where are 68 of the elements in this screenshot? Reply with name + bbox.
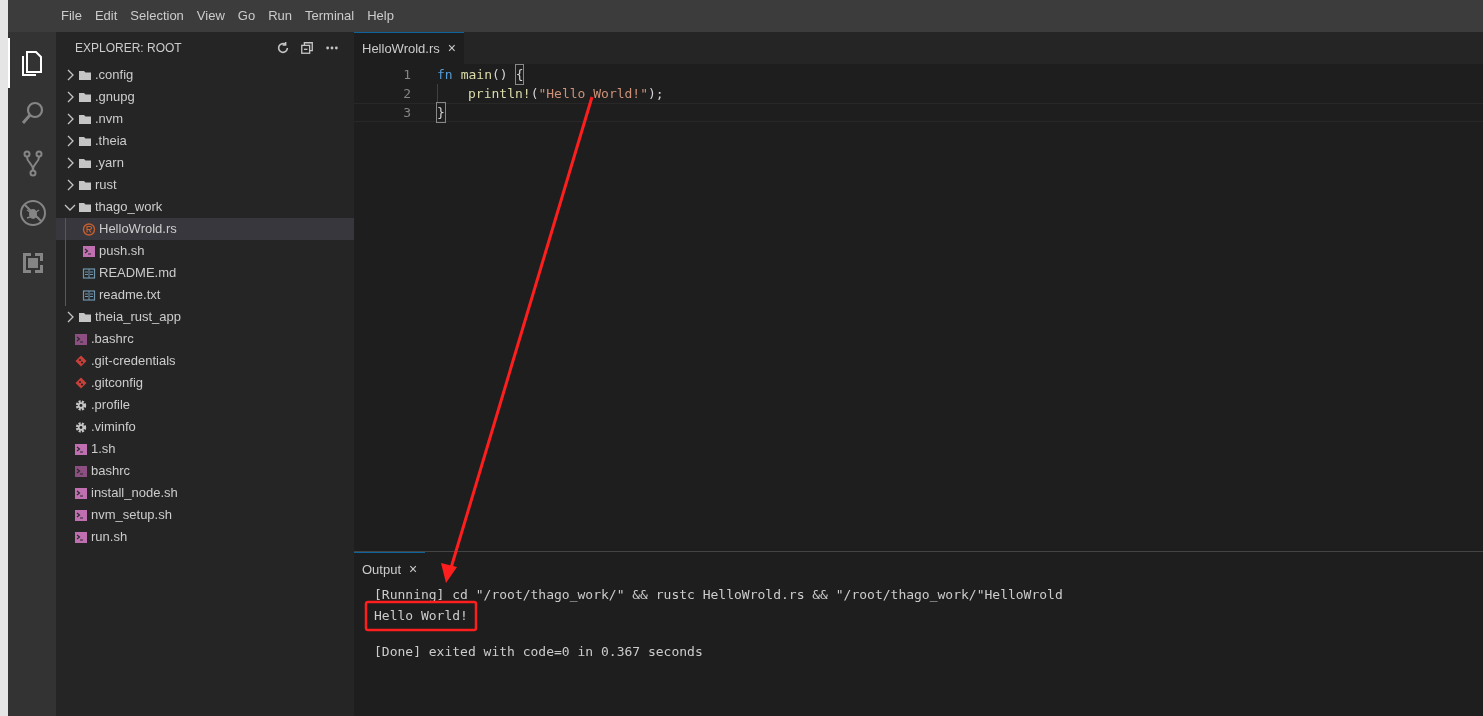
output-line: Hello World! (374, 607, 468, 624)
folder-icon (78, 68, 92, 82)
document-file-icon (82, 288, 96, 302)
close-button[interactable]: × (447, 38, 456, 59)
tree-item[interactable]: .gitconfig (56, 372, 354, 394)
tree-item[interactable]: README.md (56, 262, 354, 284)
folder-icon (78, 310, 92, 324)
line-number: 2 (402, 84, 411, 103)
tree-item[interactable]: .git-credentials (56, 350, 354, 372)
tree-item[interactable]: HelloWrold.rs (56, 218, 354, 240)
tree-item[interactable]: nvm_setup.sh (56, 504, 354, 526)
rust-file-icon (82, 222, 96, 236)
tree-item[interactable]: .yarn (56, 152, 354, 174)
folder-icon (78, 156, 92, 170)
gear-icon (74, 420, 88, 434)
git-file-icon (74, 376, 88, 390)
terminal-file-icon (74, 508, 88, 522)
tree-item[interactable]: readme.txt (56, 284, 354, 306)
terminal-file-icon (74, 464, 88, 478)
terminal-file-icon (82, 244, 96, 258)
terminal-file-icon (74, 486, 88, 500)
editor-tab[interactable]: HelloWrold.rs × (354, 32, 464, 64)
menu-item[interactable]: Go (232, 6, 261, 26)
collapse-all-icon[interactable] (300, 41, 314, 55)
menu-item[interactable]: Edit (89, 6, 123, 26)
document-file-icon (82, 266, 96, 280)
git-file-icon (74, 354, 88, 368)
tree-item[interactable]: theia_rust_app (56, 306, 354, 328)
line-number: 1 (402, 65, 411, 84)
menu-item[interactable]: Run (263, 6, 297, 26)
refresh-icon[interactable] (276, 41, 290, 55)
tree-item[interactable]: .config (56, 64, 354, 86)
tree-item[interactable]: thago_work (56, 196, 354, 218)
tree-item[interactable]: .gnupg (56, 86, 354, 108)
folder-icon (78, 178, 92, 192)
menu-item[interactable]: View (191, 6, 230, 26)
menu-item[interactable]: Terminal (300, 6, 360, 26)
output-line: [Running] cd "/root/thago_work/" && rustc HelloWrold.rs && "/root/thago_work/"HelloWrold (374, 586, 1063, 603)
code-line: fn main() { (437, 64, 524, 85)
code-line: } (437, 102, 445, 123)
tree-item[interactable]: bashrc (56, 460, 354, 482)
folder-icon (78, 200, 92, 214)
output-line: [Done] exited with code=0 in 0.367 seconds (374, 643, 703, 660)
menu-item[interactable]: File (56, 6, 87, 26)
menu-item[interactable]: Selection (125, 6, 189, 26)
terminal-file-icon (74, 442, 88, 456)
folder-icon (78, 90, 92, 104)
tree-item[interactable]: 1.sh (56, 438, 354, 460)
tree-item[interactable]: rust (56, 174, 354, 196)
folder-icon (78, 112, 92, 126)
debug-icon[interactable] (18, 198, 48, 228)
tree-item[interactable]: install_node.sh (56, 482, 354, 504)
menu-item[interactable]: Help (362, 6, 399, 26)
terminal-file-icon (74, 332, 88, 346)
code-line: println!("Hello World!"); (467, 84, 664, 103)
gear-icon (74, 398, 88, 412)
tree-item[interactable]: .theia (56, 130, 354, 152)
tree-item[interactable]: .bashrc (56, 328, 354, 350)
tree-item[interactable]: run.sh (56, 526, 354, 548)
tree-item[interactable]: .viminfo (56, 416, 354, 438)
explorer-title: EXPLORER: ROOT (75, 40, 183, 57)
tree-item[interactable]: push.sh (56, 240, 354, 262)
folder-icon (78, 134, 92, 148)
tree-item[interactable]: .profile (56, 394, 354, 416)
tree-item[interactable]: .nvm (56, 108, 354, 130)
close-button[interactable]: × (409, 559, 418, 580)
terminal-file-icon (74, 530, 88, 544)
line-number: 3 (402, 103, 411, 122)
